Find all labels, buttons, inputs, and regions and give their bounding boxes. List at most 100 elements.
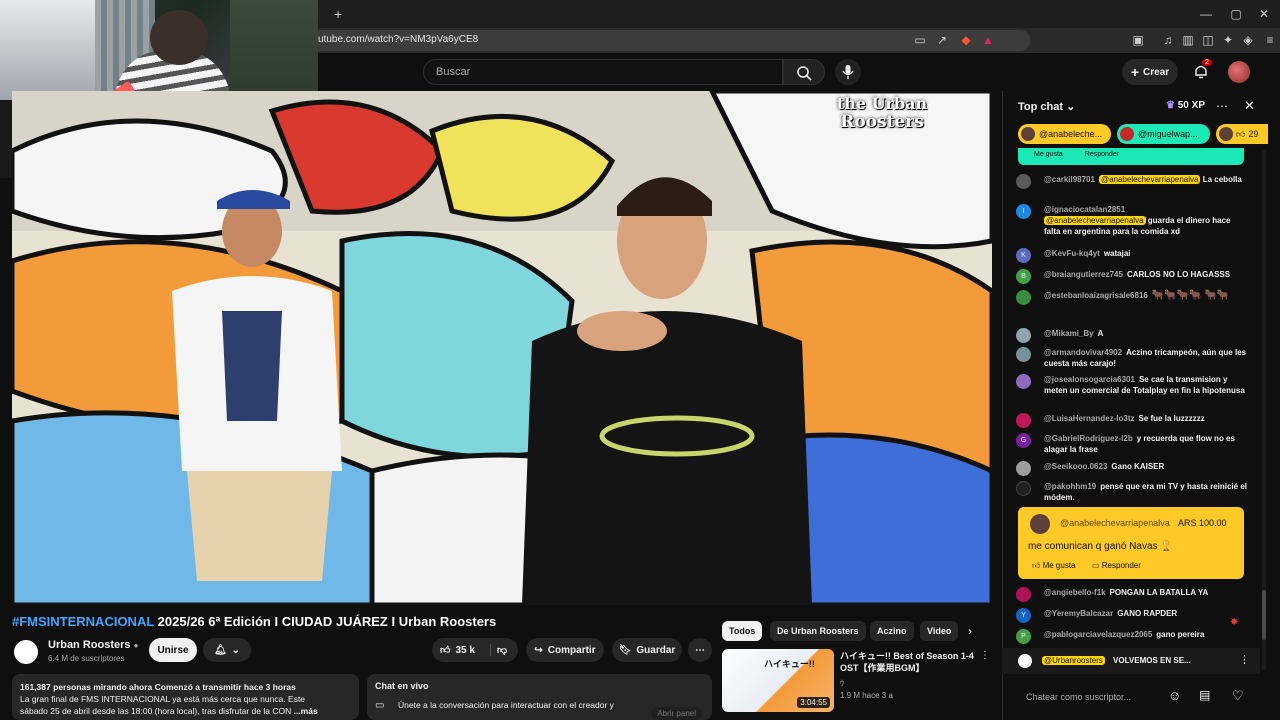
minimize-icon[interactable]: — bbox=[1198, 6, 1214, 22]
emoji-icon[interactable]: ☺ bbox=[1168, 688, 1181, 703]
chip-video[interactable]: Video bbox=[920, 621, 958, 641]
author-name[interactable]: @Mikami_By bbox=[1044, 329, 1094, 338]
open-panel-button[interactable]: Abrir panel bbox=[651, 707, 702, 720]
mention[interactable]: @anabelechevarriapenalva bbox=[1098, 175, 1201, 184]
superchat-reply-button[interactable]: ▭ Responder bbox=[1092, 561, 1141, 570]
vpn-icon[interactable]: ◈ bbox=[1240, 32, 1256, 48]
superchat-like-button[interactable]: 👍︎ Me gusta bbox=[1032, 561, 1076, 571]
author-name[interactable]: @ignaciocatalan2851 bbox=[1044, 205, 1125, 214]
new-tab-button[interactable]: + bbox=[334, 6, 342, 22]
author-name[interactable]: @armandovivar4902 bbox=[1044, 348, 1122, 357]
avatar[interactable]: K bbox=[1016, 248, 1031, 263]
create-button[interactable]: + Crear bbox=[1122, 59, 1178, 85]
rec-channel[interactable]: ｳ bbox=[840, 678, 844, 689]
avatar[interactable] bbox=[1030, 514, 1050, 534]
close-icon[interactable]: ✕ bbox=[1256, 6, 1272, 22]
author-name[interactable]: @josealonsogarcia6301 bbox=[1044, 375, 1135, 384]
avatar[interactable]: G bbox=[1016, 433, 1031, 448]
xp-badge[interactable]: ♛ 50 XP bbox=[1166, 100, 1205, 111]
avatar[interactable] bbox=[1016, 174, 1031, 189]
author-name[interactable]: @carkil98701 bbox=[1044, 175, 1095, 184]
share-icon[interactable]: ↗ bbox=[934, 32, 950, 48]
reader-icon[interactable]: ▥ bbox=[1180, 32, 1196, 48]
author-name[interactable]: @pakohhm19 bbox=[1044, 482, 1096, 491]
like-label[interactable]: Me gusta bbox=[1034, 151, 1063, 158]
wallet-icon[interactable]: ◫ bbox=[1200, 32, 1216, 48]
menu-icon[interactable]: ≡ bbox=[1262, 32, 1278, 48]
avatar[interactable] bbox=[1016, 290, 1031, 305]
url-text[interactable]: utube.com/watch?v=NM3pVa6yCE8 bbox=[318, 34, 478, 45]
author-name[interactable]: @angiebello-f1k bbox=[1044, 588, 1106, 597]
channel-name[interactable]: Urban Roosters ● bbox=[48, 639, 138, 651]
more-vert-icon[interactable]: ⋮ bbox=[1239, 653, 1250, 666]
author-name[interactable]: @Seeikooo.0623 bbox=[1044, 462, 1107, 471]
more-actions-button[interactable]: ⋯ bbox=[688, 638, 712, 662]
brave-rewards-icon[interactable]: ▲ bbox=[980, 32, 996, 48]
avatar[interactable] bbox=[1016, 347, 1031, 362]
avatar[interactable]: I bbox=[1016, 204, 1031, 219]
search-button[interactable] bbox=[783, 59, 825, 85]
author-name[interactable]: @GabrielRodriguez-l2b bbox=[1044, 434, 1133, 443]
avatar[interactable] bbox=[1016, 374, 1031, 389]
avatar[interactable] bbox=[1016, 413, 1031, 428]
rec-more-icon[interactable]: ⋮ bbox=[980, 650, 990, 661]
ticker-item[interactable]: @anabeleche... bbox=[1018, 124, 1111, 144]
notifications-button[interactable]: 2 bbox=[1192, 59, 1212, 80]
rec-title[interactable]: ハイキュー!! Best of Season 1-4 OST【作業用BGM】 bbox=[840, 650, 975, 674]
chip-channel[interactable]: De Urban Roosters bbox=[770, 621, 866, 641]
video-player[interactable]: the Urban Roosters bbox=[12, 91, 992, 605]
subscription-bell-button[interactable]: 🔔︎ ⌄ bbox=[203, 638, 251, 662]
maximize-icon[interactable]: ▢ bbox=[1228, 6, 1244, 22]
save-button[interactable]: 🔖︎ Guardar bbox=[612, 638, 682, 662]
channel-avatar[interactable] bbox=[14, 640, 38, 664]
owner-badge[interactable]: @Urbanroosters bbox=[1042, 656, 1105, 665]
author-name[interactable]: @estebanloaizagrisale6816 bbox=[1044, 291, 1148, 300]
thumbs-up-icon[interactable]: 👍︎ bbox=[440, 644, 450, 656]
sidebar-icon[interactable]: ▣ bbox=[1130, 32, 1146, 48]
heart-icon[interactable]: ♡ bbox=[1232, 688, 1244, 704]
reply-label[interactable]: Responder bbox=[1085, 151, 1119, 158]
avatar[interactable] bbox=[1016, 587, 1031, 602]
chip-aczino[interactable]: Aczino bbox=[870, 621, 914, 641]
ticker-item[interactable]: @miguelwap... bbox=[1117, 124, 1210, 144]
author-name[interactable]: @anabelechevarriapenalva bbox=[1060, 518, 1170, 528]
screen-cast-icon[interactable]: ▭ bbox=[912, 32, 928, 48]
like-dislike-group: 👍︎ 35 k 👎︎ bbox=[432, 638, 518, 662]
chevron-right-icon[interactable]: › bbox=[968, 624, 972, 638]
avatar[interactable]: Y bbox=[1016, 608, 1031, 623]
chat-close-icon[interactable]: ✕ bbox=[1244, 98, 1255, 114]
chip-todos[interactable]: Todos bbox=[722, 621, 763, 641]
chat-more-icon[interactable]: ⋯ bbox=[1216, 99, 1228, 113]
chat-input[interactable]: Chatear como suscriptor... bbox=[1016, 686, 1164, 708]
search-input[interactable]: Buscar bbox=[423, 59, 783, 85]
leo-icon[interactable]: ✦ bbox=[1220, 32, 1236, 48]
author-name[interactable]: @LuisaHernandez-lo3tz bbox=[1044, 414, 1134, 423]
join-button[interactable]: Unirse bbox=[149, 638, 197, 662]
rec-thumbnail[interactable]: ハイキュー!! 3:04:55 bbox=[722, 649, 834, 712]
thumbs-down-icon[interactable]: 👎︎ bbox=[489, 644, 507, 656]
author-name[interactable]: @YeremyBalcazar bbox=[1044, 609, 1113, 618]
chat-scrollbar-thumb[interactable] bbox=[1262, 590, 1266, 640]
voice-search-button[interactable] bbox=[835, 59, 861, 85]
author-name[interactable]: @KevFu-kq4yt bbox=[1044, 249, 1100, 258]
mention[interactable]: @anabelechevarriapenalva bbox=[1044, 216, 1146, 225]
author-name[interactable]: @pablogarciavelazquez2065 bbox=[1044, 630, 1152, 639]
music-icon[interactable]: ♫ bbox=[1160, 32, 1176, 48]
description-box[interactable]: 161,387 personas mirando ahora Comenzó a… bbox=[12, 674, 359, 720]
share-button[interactable]: ↪ Compartir bbox=[526, 638, 604, 662]
avatar[interactable]: P bbox=[1016, 629, 1031, 644]
avatar[interactable] bbox=[1016, 481, 1031, 496]
author-name[interactable]: @braiangutierrez745 bbox=[1044, 270, 1123, 279]
show-more-link[interactable]: ...más bbox=[294, 706, 318, 716]
super-chat-icon[interactable]: ▤ bbox=[1199, 688, 1210, 702]
pinned-message-bar[interactable]: @Urbanroosters VOLVEMOS EN SE... ⋮ bbox=[1002, 648, 1260, 674]
brave-shield-icon[interactable]: ◆ bbox=[958, 32, 974, 48]
chat-mode-dropdown[interactable]: Top chat ⌄ bbox=[1018, 100, 1075, 113]
avatar[interactable] bbox=[1016, 461, 1031, 476]
avatar[interactable] bbox=[1016, 328, 1031, 343]
like-count[interactable]: 35 k bbox=[455, 645, 474, 656]
avatar[interactable] bbox=[1228, 61, 1250, 83]
title-hashtag[interactable]: #FMSINTERNACIONAL bbox=[12, 614, 154, 629]
ticker-item[interactable]: 👍︎ 29 bbox=[1216, 124, 1268, 144]
avatar[interactable]: B bbox=[1016, 269, 1031, 284]
